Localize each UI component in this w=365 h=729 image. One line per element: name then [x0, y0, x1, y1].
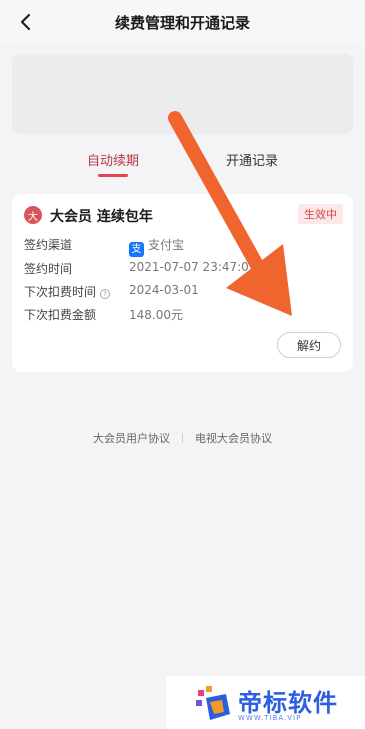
tab-open-records[interactable]: 开通记录 — [212, 150, 292, 169]
vip-badge-icon: 大 — [24, 206, 42, 224]
banner-placeholder — [12, 54, 353, 134]
info-icon[interactable]: ? — [100, 289, 111, 299]
watermark-logo-icon — [196, 686, 230, 720]
sign-time-value: 2021-07-07 23:47:05 — [129, 260, 257, 274]
watermark-subtitle: WWW.TIBA.VIP — [238, 714, 302, 722]
next-charge-time-value: 2024-03-01 — [129, 283, 199, 297]
next-charge-time-label: 下次扣费时间? — [24, 283, 111, 300]
chevron-left-icon — [20, 13, 31, 31]
channel-label: 签约渠道 — [24, 238, 73, 252]
watermark-title: 帝标软件 — [238, 689, 338, 717]
tv-agreement-link[interactable]: 电视大会员协议 — [195, 432, 272, 445]
alipay-icon: 支 — [129, 242, 144, 257]
next-charge-time-text: 下次扣费时间 — [24, 285, 97, 299]
next-charge-amount-label: 下次扣费金额 — [24, 308, 97, 322]
user-agreement-link[interactable]: 大会员用户协议 — [93, 432, 170, 445]
agreement-links: 大会员用户协议 电视大会员协议 — [0, 430, 365, 446]
sign-time-label: 签约时间 — [24, 262, 73, 276]
watermark: 帝标软件 WWW.TIBA.VIP — [166, 676, 365, 729]
divider — [182, 433, 183, 443]
next-charge-amount-value: 148.00元 — [129, 308, 183, 322]
page-title: 续费管理和开通记录 — [114, 13, 250, 32]
tab-auto-renew[interactable]: 自动续期 — [73, 150, 153, 169]
top-bar: 续费管理和开通记录 — [0, 0, 365, 44]
channel-value-text: 支付宝 — [148, 238, 185, 252]
plan-name: 大会员 连续包年 — [50, 209, 153, 225]
tab-bar: 自动续期 开通记录 — [0, 150, 365, 186]
cancel-subscription-button[interactable]: 解约 — [277, 332, 341, 358]
back-button[interactable] — [12, 8, 40, 36]
status-badge: 生效中 — [298, 204, 343, 224]
subscription-card: 大 大会员 连续包年 生效中 签约渠道 支支付宝 签约时间 2021-07-07… — [12, 194, 353, 372]
channel-value: 支支付宝 — [129, 236, 184, 257]
active-tab-indicator — [98, 174, 128, 177]
